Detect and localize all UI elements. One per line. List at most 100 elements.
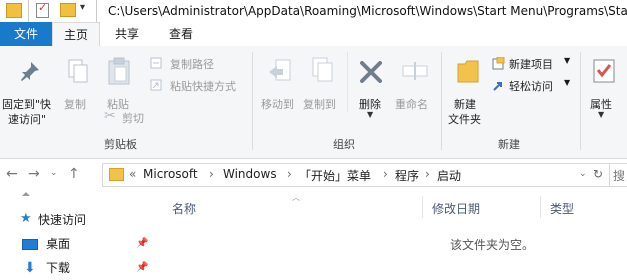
cut-button[interactable]: ✂ 剪切	[104, 108, 154, 126]
separator	[28, 0, 29, 22]
paste-shortcut-button[interactable]: 粘贴快捷方式	[150, 78, 250, 94]
clipboard-group: 固定到"快 速访问" 复制 粘贴 复制路径 粘贴快捷方式 ✂ 剪切 剪贴板	[0, 46, 250, 158]
copy-icon	[68, 59, 88, 83]
forward-arrow-icon[interactable]: →	[28, 166, 40, 182]
breadcrumb-startup[interactable]: 启动	[437, 167, 461, 184]
breadcrumb-windows[interactable]: Windows	[223, 167, 277, 181]
column-divider[interactable]	[422, 196, 423, 218]
pin-to-quick-access-button[interactable]: 固定到"快 速访问"	[2, 50, 52, 130]
nav-item-label: 下载	[46, 261, 71, 275]
scissors-icon: ✂	[104, 108, 116, 124]
properties-icon	[593, 59, 615, 83]
scroll-up-icon[interactable]	[22, 192, 30, 196]
chevron-down-icon: ▼	[564, 56, 571, 65]
properties-button[interactable]: 属性 ▼	[584, 50, 627, 130]
pin-icon[interactable]: 📌	[136, 262, 148, 273]
up-arrow-icon[interactable]: ↑	[68, 166, 80, 182]
tab-share[interactable]: 共享	[104, 22, 150, 46]
paste-icon	[108, 57, 130, 85]
desktop-icon	[22, 239, 38, 250]
window-title: C:\Users\Administrator\AppData\Roaming\M…	[108, 4, 627, 18]
search-placeholder: 搜	[613, 169, 626, 183]
recent-locations-icon[interactable]: ⌄	[50, 168, 58, 178]
column-header-type[interactable]: 类型	[550, 200, 574, 217]
chevron-down-icon: ▼	[564, 78, 571, 87]
address-bar[interactable]: « Microsoft › Windows › 「开始」菜单 › 程序 › 启动…	[102, 163, 610, 187]
new-folder-icon	[457, 60, 479, 83]
breadcrumb-microsoft[interactable]: Microsoft	[143, 167, 198, 181]
title-bar: ✓ ▾ C:\Users\Administrator\AppData\Roami…	[0, 0, 627, 22]
new-folder-button[interactable]: 新建 文件夹	[446, 50, 490, 130]
copy-to-button[interactable]: 复制到	[301, 50, 341, 130]
rename-icon	[402, 62, 428, 80]
pin-icon[interactable]: 📌	[136, 238, 148, 249]
cut-label: 剪切	[122, 112, 144, 125]
sort-chevron-up-icon: ︿	[292, 193, 300, 202]
folder-icon	[6, 3, 22, 18]
chevron-right-icon[interactable]: ›	[425, 167, 430, 181]
pin-label-line1: 固定到"快	[2, 98, 52, 111]
empty-folder-message: 该文件夹为空。	[450, 238, 535, 252]
search-box[interactable]: 搜	[610, 163, 627, 187]
chevron-right-icon[interactable]: ›	[209, 167, 214, 181]
copy-button[interactable]: 复制	[60, 50, 94, 130]
copy-to-icon	[312, 57, 333, 82]
breadcrumb-programs[interactable]: 程序	[395, 167, 419, 184]
back-arrow-icon[interactable]: ←	[6, 166, 18, 182]
folder-icon	[109, 168, 124, 181]
separator	[347, 52, 348, 112]
rename-label: 重命名	[395, 98, 428, 111]
breadcrumb-start-menu[interactable]: 「开始」菜单	[299, 167, 371, 184]
pin-icon	[21, 62, 39, 81]
rename-button[interactable]: 重命名	[393, 50, 437, 130]
nav-item-label: 桌面	[46, 237, 71, 251]
copy-label: 复制	[64, 98, 86, 111]
easy-access-button[interactable]: 轻松访问 ▼	[492, 78, 576, 94]
group-separator	[580, 52, 581, 150]
new-folder-label-line1: 新建	[454, 98, 476, 111]
star-icon: ★	[20, 211, 32, 226]
new-group: 新建 文件夹 新建项目 ▼ 轻松访问 ▼ 新建	[442, 46, 578, 158]
customize-quick-access-icon[interactable]: ▾	[80, 2, 85, 13]
move-to-icon	[269, 59, 291, 81]
tab-file[interactable]: 文件	[0, 22, 52, 46]
properties-quick-icon[interactable]: ✓	[36, 1, 49, 18]
tab-home[interactable]: 主页	[52, 22, 100, 47]
nav-item-label: 快速访问	[38, 213, 87, 227]
new-item-label: 新建项目	[509, 58, 553, 71]
delete-button[interactable]: 删除 ▼	[351, 50, 391, 130]
copy-path-label: 复制路径	[170, 58, 214, 71]
ribbon: 固定到"快 速访问" 复制 粘贴 复制路径 粘贴快捷方式 ✂ 剪切 剪贴板 移动…	[0, 46, 627, 159]
download-arrow-icon: ⬇	[24, 260, 36, 276]
ribbon-tab-bar: 文件 主页 共享 查看	[0, 22, 627, 47]
organize-group-label: 组织	[333, 138, 355, 151]
copy-path-button[interactable]: 复制路径	[150, 56, 250, 72]
move-to-label: 移动到	[261, 98, 294, 111]
copy-to-label: 复制到	[303, 98, 336, 111]
refresh-icon[interactable]: ↻	[593, 167, 603, 181]
column-divider[interactable]	[540, 196, 541, 218]
copy-path-icon	[150, 57, 162, 69]
file-list: ︿ 名称 修改日期 类型 该文件夹为空。	[160, 192, 627, 280]
chevron-right-icon[interactable]: ›	[383, 167, 388, 181]
move-to-button[interactable]: 移动到	[259, 50, 299, 130]
new-item-button[interactable]: 新建项目 ▼	[492, 56, 576, 72]
delete-x-icon	[360, 61, 382, 83]
paste-shortcut-icon	[150, 79, 162, 91]
new-item-icon	[492, 57, 505, 70]
paste-shortcut-label: 粘贴快捷方式	[170, 80, 236, 93]
column-header-name[interactable]: 名称	[172, 200, 196, 217]
tab-view[interactable]: 查看	[158, 22, 204, 46]
clipboard-group-label: 剪贴板	[104, 138, 137, 151]
overflow-chevron-icon[interactable]: «	[129, 167, 136, 181]
chevron-down-icon: ▼	[598, 110, 605, 119]
navigation-pane: ★ 快速访问 桌面 📌 ⬇ 下载 📌	[0, 192, 160, 280]
chevron-down-icon: ▼	[367, 110, 374, 119]
chevron-right-icon[interactable]: ›	[287, 167, 292, 181]
organize-group: 移动到 复制到 删除 ▼ 重命名 组织	[253, 46, 439, 158]
column-header-date-modified[interactable]: 修改日期	[432, 200, 480, 217]
new-folder-label-line2: 文件夹	[448, 113, 481, 126]
new-folder-quick-icon[interactable]	[60, 3, 76, 17]
separator	[96, 0, 97, 22]
address-dropdown-icon[interactable]: ⌄	[579, 169, 587, 179]
